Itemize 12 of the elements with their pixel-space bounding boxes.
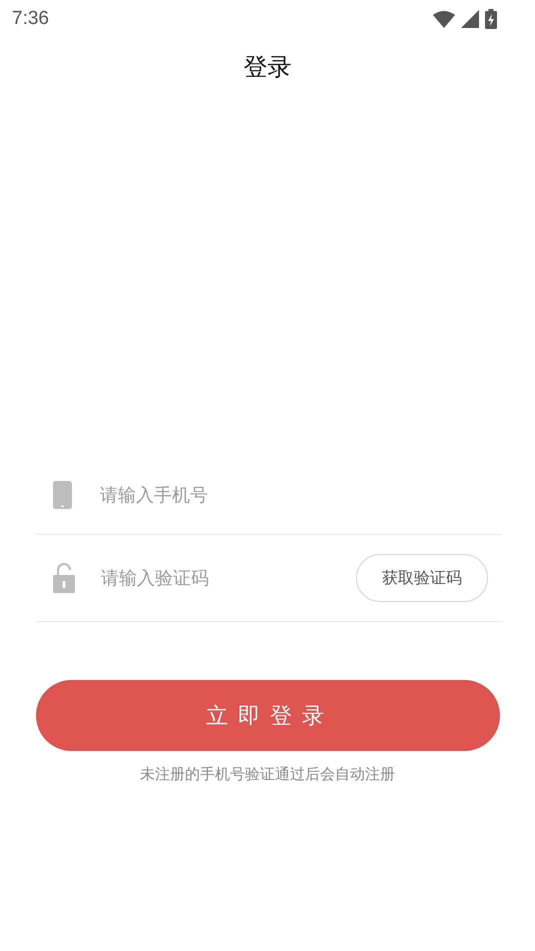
lock-icon (53, 563, 75, 593)
wifi-icon (433, 10, 455, 28)
phone-icon (53, 481, 72, 509)
input-field[interactable]: 请输入手机号 (100, 480, 502, 510)
battery-charging-icon (485, 9, 497, 29)
signal-icon (461, 10, 479, 28)
input-field[interactable]: 请输入验证码 (101, 564, 356, 592)
register-note: 未注册的手机号验证通过后会自动注册 (139, 765, 396, 784)
login-button[interactable]: 立即登录 (36, 680, 500, 751)
get-code-button[interactable]: 获取验证码 (356, 554, 488, 602)
status-time: 7:36 (12, 8, 49, 30)
page-title: 登录 (244, 52, 292, 83)
